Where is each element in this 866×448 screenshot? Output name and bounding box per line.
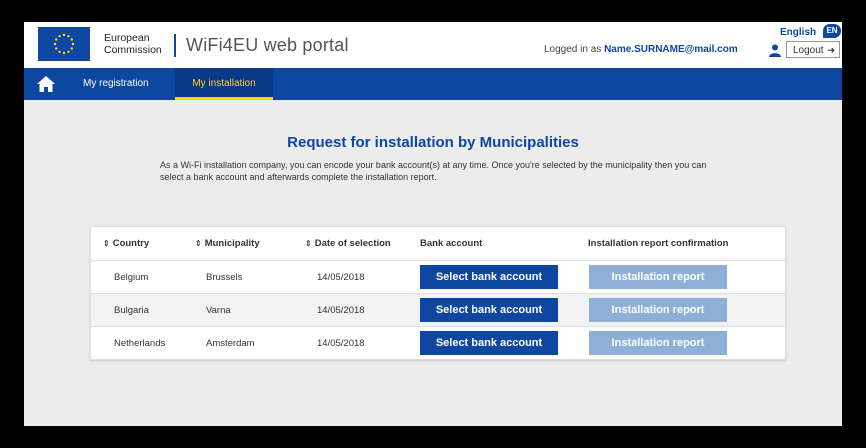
table-header: ⇕ Country ⇕ Municipality ⇕ Date of selectio… bbox=[91, 227, 785, 261]
installation-table: ⇕ Country ⇕ Municipality ⇕ Date of selectio… bbox=[90, 226, 786, 360]
table-row: Belgium Brussels 14/05/2018 Select bank … bbox=[91, 261, 785, 294]
commission-name: European Commission bbox=[104, 32, 162, 56]
col-country[interactable]: ⇕ Country bbox=[103, 238, 149, 249]
page-title: Request for installation by Municipaliti… bbox=[287, 134, 579, 151]
table-row: Bulgaria Varna 14/05/2018 Select bank ac… bbox=[91, 294, 785, 327]
main-nav: My registration My installation bbox=[24, 68, 842, 100]
col-date-label: Date of selection bbox=[314, 238, 391, 249]
cell-municipality: Brussels bbox=[206, 272, 243, 283]
header-divider bbox=[174, 34, 176, 57]
col-date-of-selection[interactable]: ⇕ Date of selection bbox=[305, 238, 391, 249]
installation-report-button[interactable]: Installation report bbox=[589, 265, 727, 289]
language-selector[interactable]: English bbox=[780, 27, 816, 38]
logged-in-prefix: Logged in as bbox=[544, 44, 602, 55]
cell-country: Bulgaria bbox=[114, 305, 149, 316]
cell-municipality: Amsterdam bbox=[206, 338, 255, 349]
logged-in-info: Logged in as Name.SURNAME@mail.com bbox=[544, 44, 738, 55]
cell-date: 14/05/2018 bbox=[317, 272, 365, 283]
installation-report-button[interactable]: Installation report bbox=[589, 331, 727, 355]
select-bank-account-button[interactable]: Select bank account bbox=[420, 331, 558, 355]
home-icon[interactable] bbox=[36, 75, 56, 93]
portal-title: WiFi4EU web portal bbox=[186, 35, 349, 55]
nav-my-registration[interactable]: My registration bbox=[83, 68, 149, 100]
user-icon bbox=[769, 44, 781, 57]
col-bank-account: Bank account bbox=[420, 238, 483, 249]
sort-icon: ⇕ bbox=[103, 239, 110, 248]
col-municipality[interactable]: ⇕ Municipality bbox=[195, 238, 260, 249]
select-bank-account-button[interactable]: Select bank account bbox=[420, 265, 558, 289]
intro-text: As a Wi-Fi installation company, you can… bbox=[160, 160, 707, 182]
org-line-2: Commission bbox=[104, 44, 162, 56]
ec-logo[interactable] bbox=[38, 27, 90, 61]
col-country-label: Country bbox=[112, 238, 150, 249]
sort-icon: ⇕ bbox=[195, 239, 202, 248]
cell-country: Netherlands bbox=[114, 338, 166, 349]
table-row: Netherlands Amsterdam 14/05/2018 Select … bbox=[91, 327, 785, 359]
logout-button[interactable]: Logout ➜ bbox=[786, 41, 840, 58]
cell-date: 14/05/2018 bbox=[317, 338, 365, 349]
logout-icon: ➜ bbox=[827, 45, 835, 55]
cell-date: 14/05/2018 bbox=[317, 305, 365, 316]
col-municipality-label: Municipality bbox=[204, 238, 260, 249]
org-line-1: European bbox=[104, 32, 150, 44]
cell-municipality: Varna bbox=[206, 305, 231, 316]
language-code-badge[interactable]: EN bbox=[823, 24, 841, 38]
select-bank-account-button[interactable]: Select bank account bbox=[420, 298, 558, 322]
sort-icon: ⇕ bbox=[305, 239, 312, 248]
site-header: European Commission WiFi4EU web portal L… bbox=[24, 22, 842, 69]
col-installation-report: Installation report confirmation bbox=[588, 238, 729, 249]
eu-flag-icon bbox=[38, 27, 90, 61]
browser-page: European Commission WiFi4EU web portal L… bbox=[24, 22, 842, 426]
nav-my-installation[interactable]: My installation bbox=[175, 68, 273, 100]
cell-country: Belgium bbox=[114, 272, 149, 283]
logout-label: Logout bbox=[793, 45, 824, 56]
installation-report-button[interactable]: Installation report bbox=[589, 298, 727, 322]
user-email: Name.SURNAME@mail.com bbox=[604, 44, 738, 55]
